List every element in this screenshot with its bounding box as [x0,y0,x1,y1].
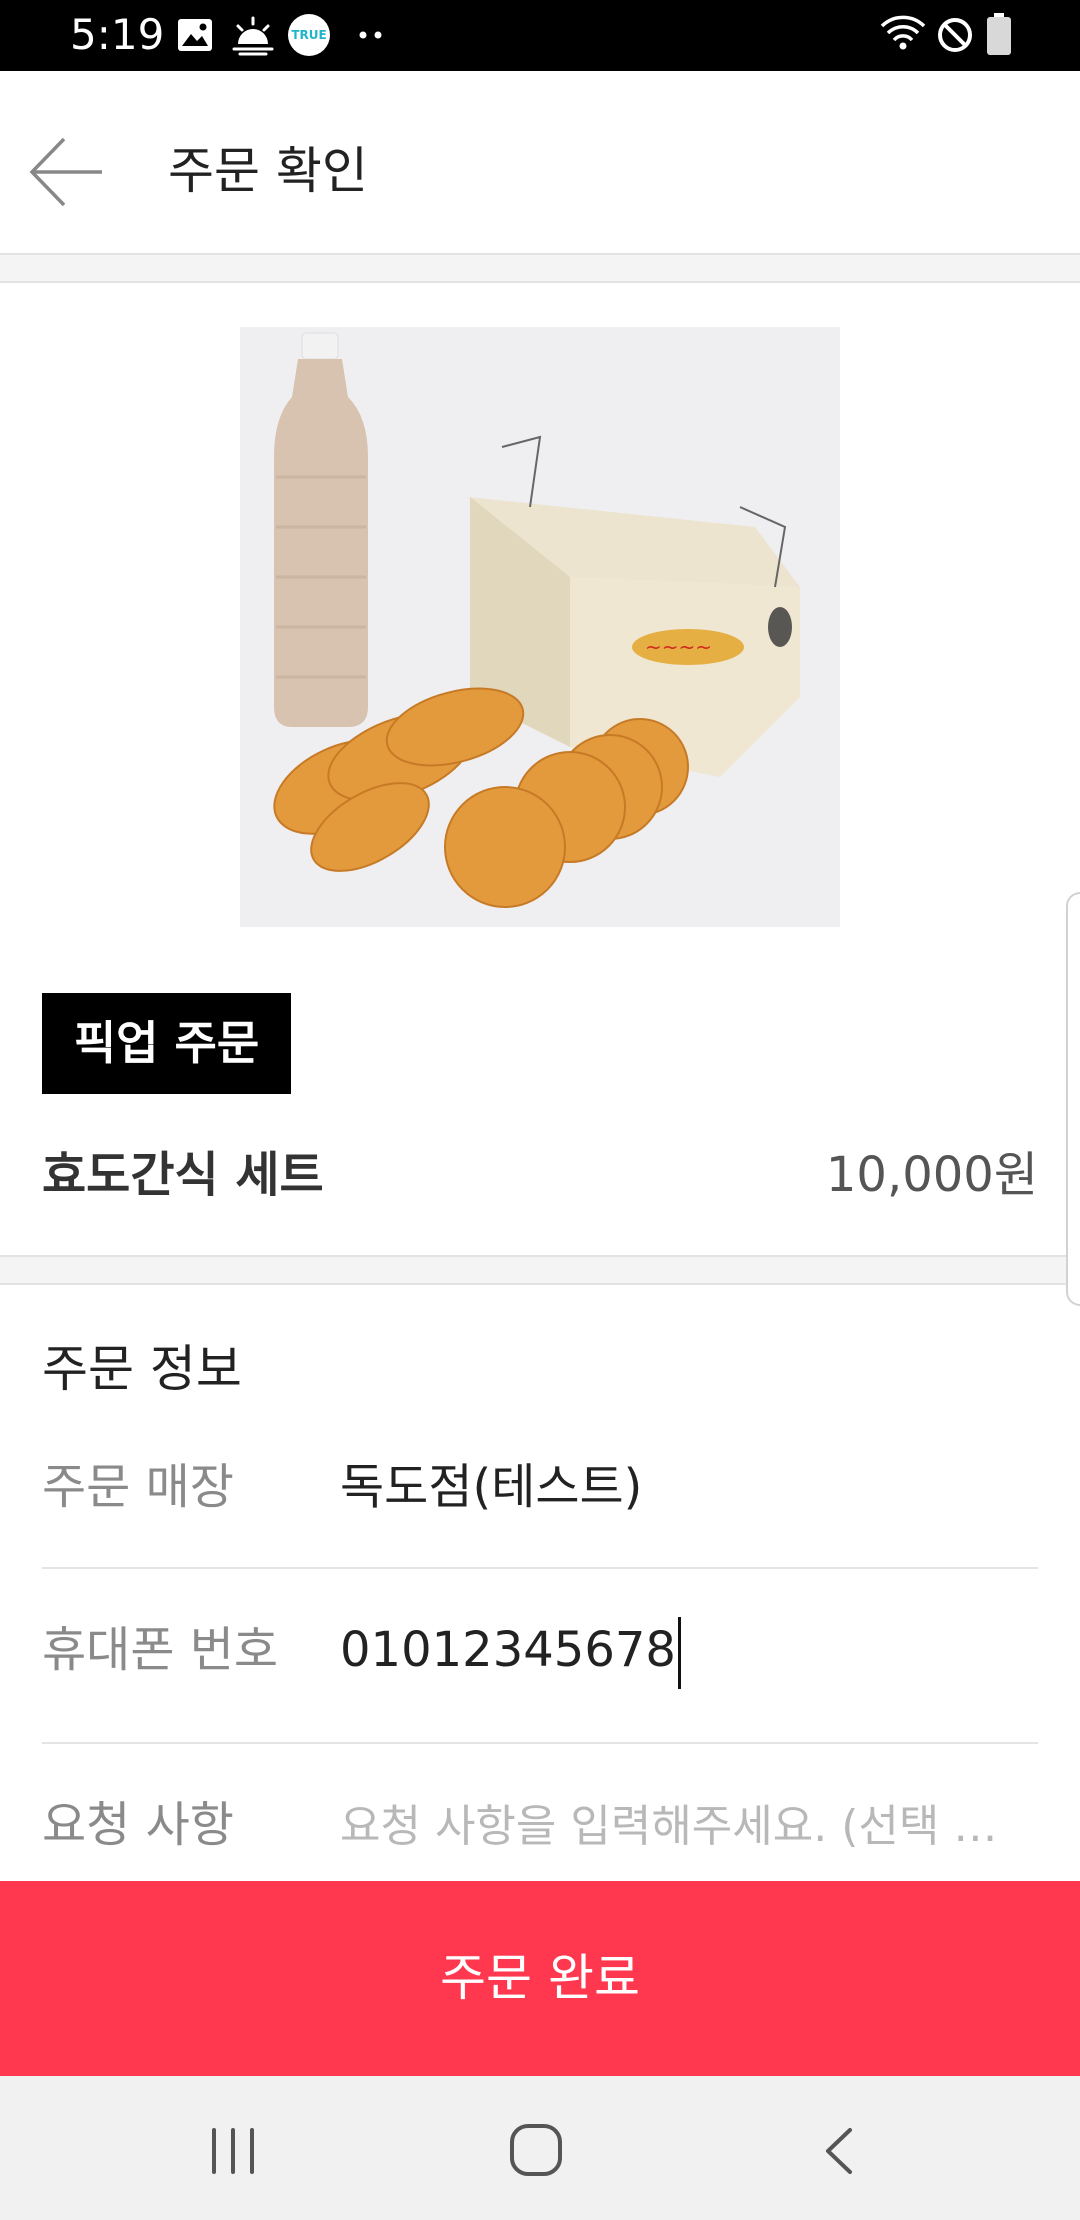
store-value: 독도점(테스트) [340,1459,643,1515]
phone-input[interactable]: 01012345678 [340,1615,681,1689]
complete-order-button[interactable]: 주문 완료 [0,1881,1080,2076]
weather-icon [232,16,274,56]
true-app-label: TRUE [291,28,327,42]
wifi-icon [880,15,926,50]
section-divider [0,1255,1080,1285]
request-input[interactable]: 요청 사항을 입력해주세요. (선택 사항) [340,1792,1030,1862]
phone-value: 01012345678 [340,1622,676,1678]
svg-text:~~~~: ~~~~ [645,635,712,659]
product-price: 10,000원 [825,1147,1038,1203]
gallery-icon [178,19,212,51]
status-time: 5:19 [70,10,165,59]
section-divider [0,253,1080,283]
product-name: 효도간식 세트 [42,1147,324,1203]
app-bar: 주문 확인 [0,71,1080,253]
order-info-title: 주문 정보 [42,1340,242,1398]
system-nav-bar [0,2076,1080,2220]
phone-label: 휴대폰 번호 [42,1622,279,1678]
battery-icon [987,13,1011,55]
back-icon[interactable] [822,2126,856,2176]
page-title: 주문 확인 [168,142,368,200]
text-cursor [677,1617,681,1689]
row-divider [42,1742,1038,1744]
back-button[interactable] [22,127,112,217]
product-image: ~~~~ [240,327,840,927]
arrow-left-icon [29,137,102,207]
request-label: 요청 사항 [42,1797,234,1853]
status-bar: 5:19 TRUE [0,0,1080,71]
store-label: 주문 매장 [42,1459,234,1515]
true-app-icon: TRUE [288,14,330,56]
row-divider [42,1567,1038,1569]
edge-panel-handle[interactable] [1066,892,1080,1306]
more-dots-icon [359,31,382,39]
recent-apps-icon[interactable] [208,2126,258,2176]
pickup-order-badge: 픽업 주문 [42,993,291,1094]
do-not-disturb-icon [938,18,972,52]
home-icon[interactable] [508,2122,564,2178]
